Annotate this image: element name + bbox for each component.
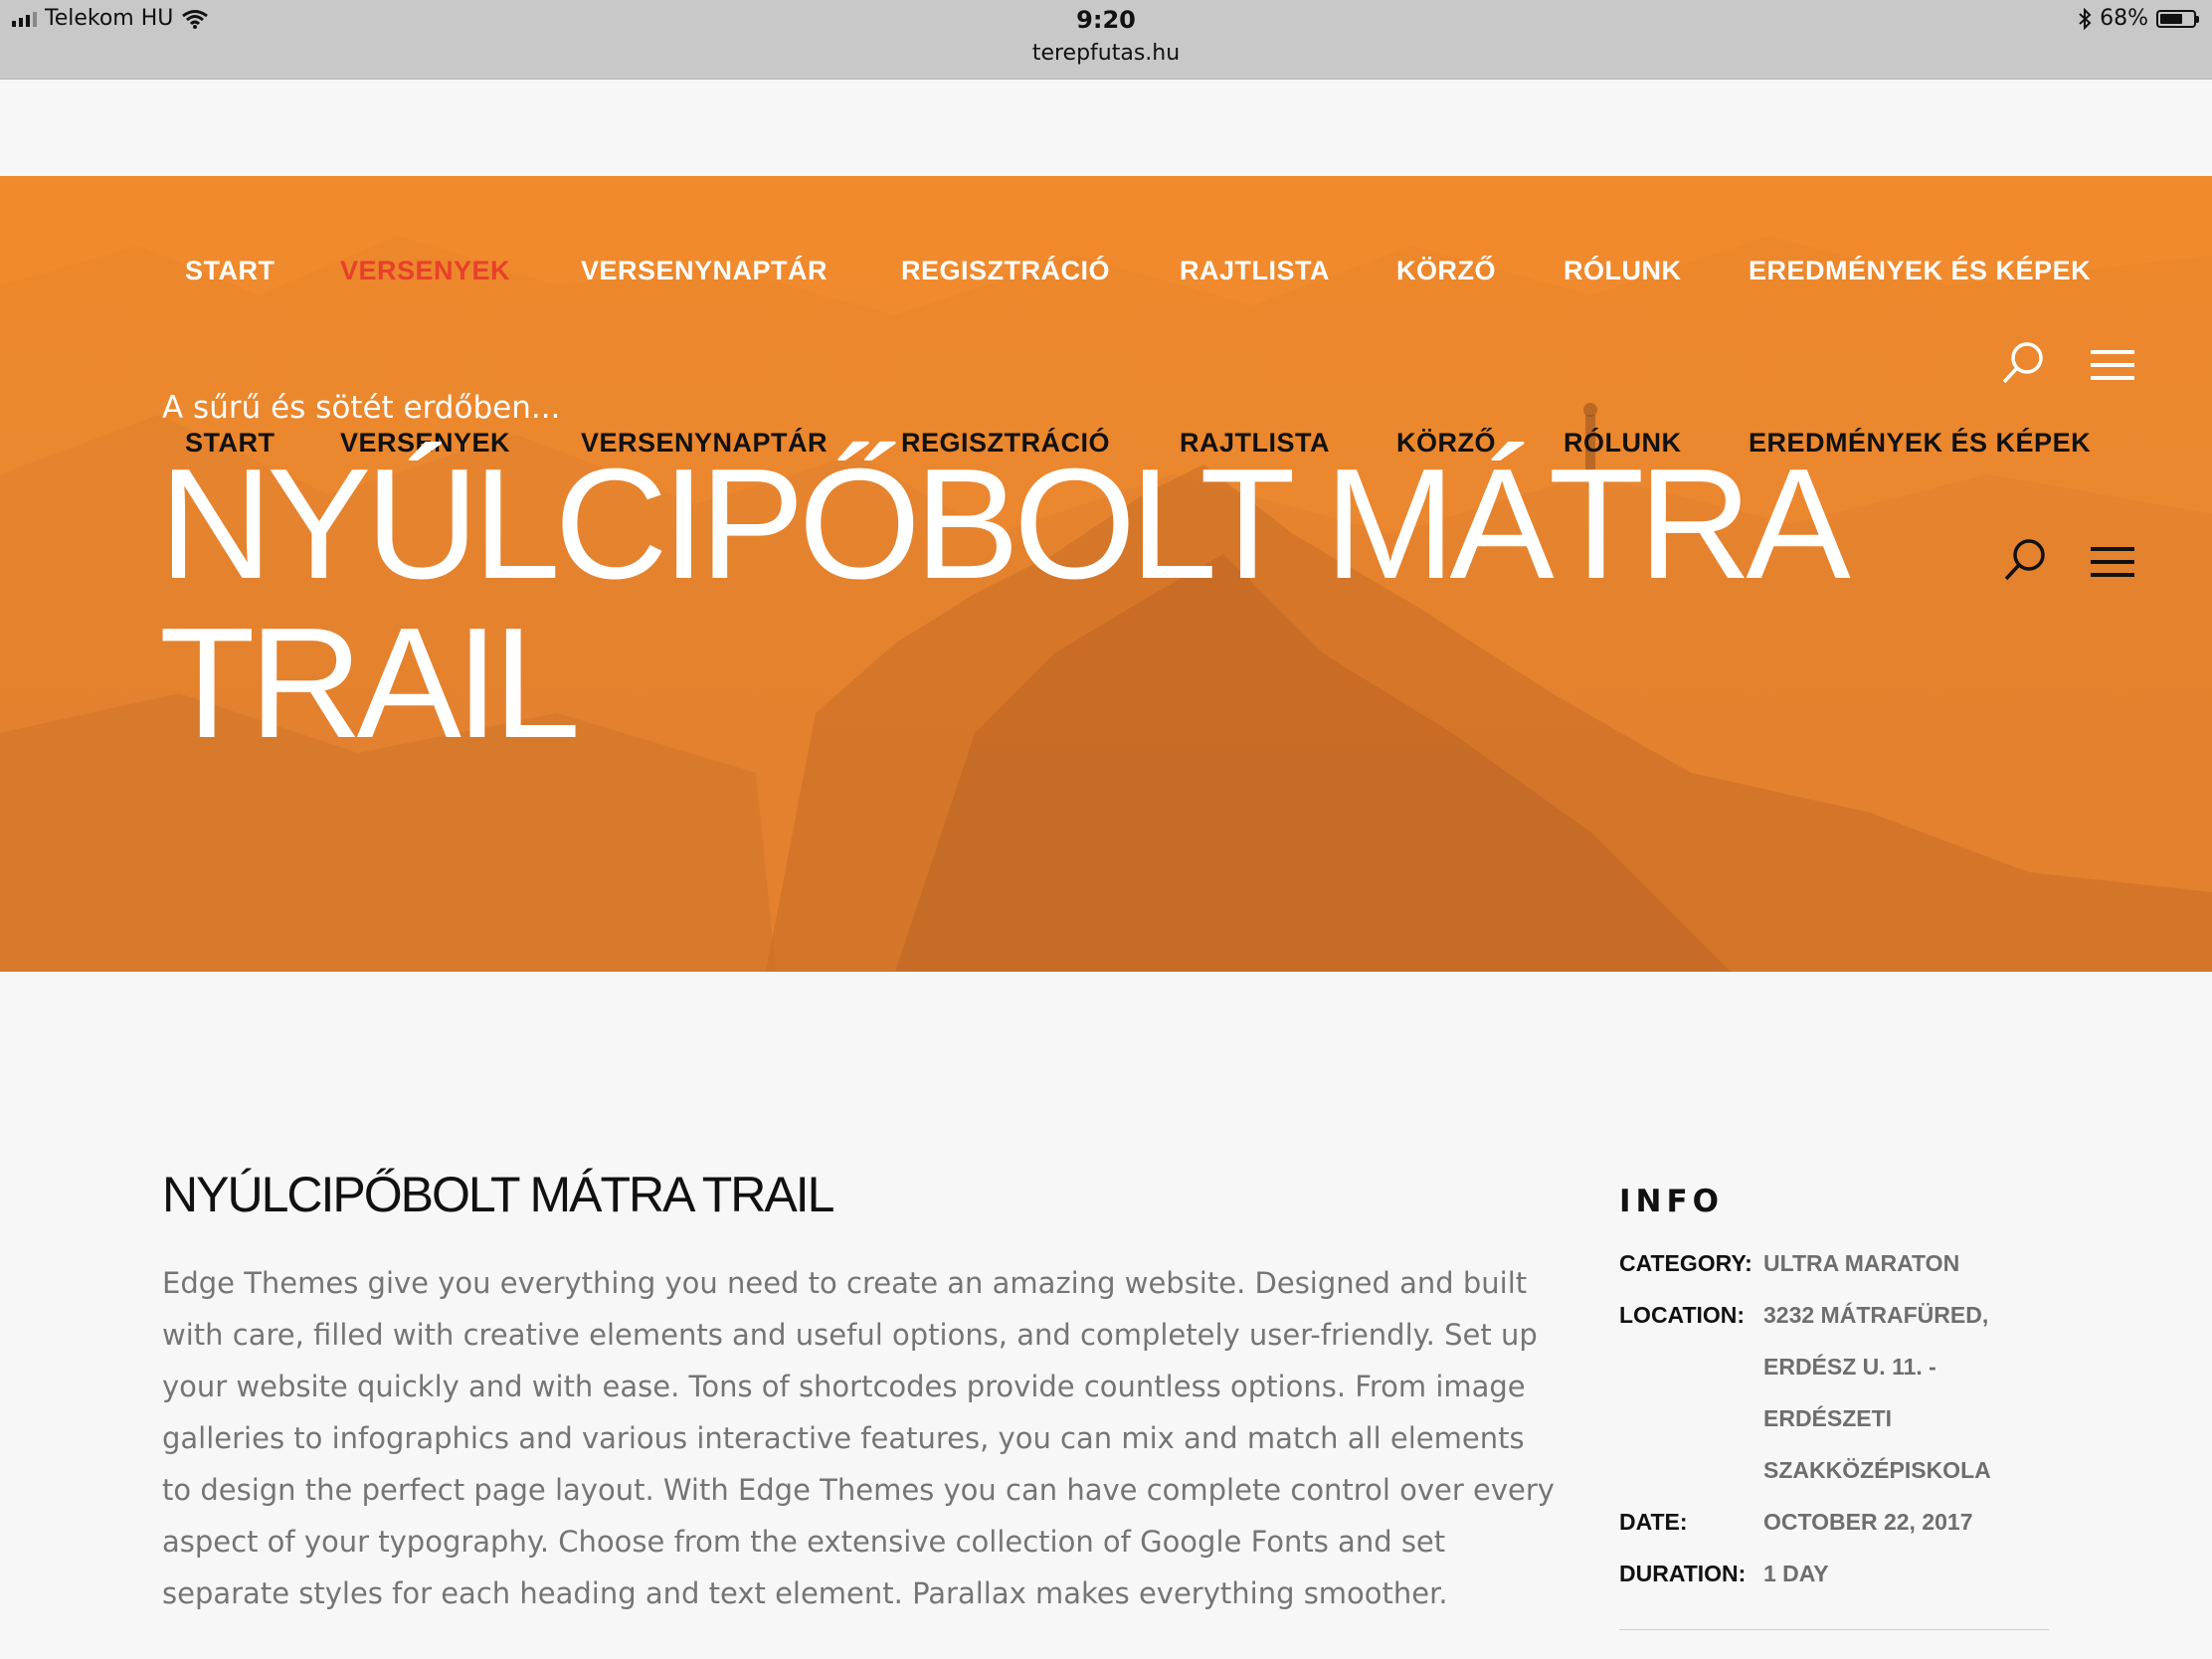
info-row-location: LOCATION: 3232 MÁTRAFÜRED, ERDÉSZ U. 11.… [1619, 1289, 2049, 1496]
search-icon[interactable] [2001, 537, 2049, 585]
hero-tagline: A sűrű és sötét erdőben... [162, 390, 561, 426]
nav-item-rolunk[interactable]: RÓLUNK [1564, 256, 1682, 286]
content-paragraph: Edge Themes give you everything you need… [162, 1266, 1555, 1610]
status-right: 68% [2078, 6, 2199, 31]
status-time: 9:20 [1076, 6, 1136, 34]
nav-item-start[interactable]: START [185, 256, 276, 286]
info-divider [1619, 1629, 2049, 1630]
info-key: DURATION: [1619, 1561, 1747, 1586]
nav-item-rajtlista[interactable]: RAJTLISTA [1180, 256, 1330, 286]
hero-title: NYÚLCIPŐBOLT MÁTRA TRAIL [159, 445, 1949, 763]
info-heading: INFO [1619, 1184, 1725, 1219]
hamburger-menu-icon[interactable] [2091, 347, 2134, 383]
nav-item-eredmenyek[interactable]: EREDMÉNYEK ÉS KÉPEK [1749, 256, 2091, 286]
content-body: Edge Themes give you everything you need… [162, 1257, 1555, 1619]
battery-percent: 68% [2100, 6, 2148, 31]
content-title: NYÚLCIPŐBOLT MÁTRA TRAIL [162, 1167, 834, 1222]
info-value: 1 DAY [1763, 1561, 1829, 1586]
nav-item-versenyek[interactable]: VERSENYEK [340, 256, 510, 286]
hero-banner: START VERSENYEK VERSENYNAPTÁR REGISZTRÁC… [0, 176, 2212, 972]
hero-title-line-2: TRAIL [159, 596, 581, 771]
info-row-duration: DURATION: 1 DAY [1619, 1548, 2049, 1599]
hero-title-line-1: NYÚLCIPŐBOLT MÁTRA [159, 437, 1851, 612]
info-value: OCTOBER 22, 2017 [1763, 1509, 1973, 1535]
info-key: CATEGORY: [1619, 1250, 1752, 1276]
bluetooth-icon [2079, 7, 2092, 30]
hamburger-menu-icon[interactable] [2091, 544, 2134, 580]
info-row-category: CATEGORY: ULTRA MARATON [1619, 1237, 2049, 1289]
nav-item-regisztracio[interactable]: REGISZTRÁCIÓ [901, 256, 1110, 286]
info-value: 3232 MÁTRAFÜRED, ERDÉSZ U. 11. - ERDÉSZE… [1763, 1302, 1991, 1483]
info-key: DATE: [1619, 1509, 1688, 1535]
main-nav: START VERSENYEK VERSENYNAPTÁR REGISZTRÁC… [0, 256, 2212, 295]
info-row-date: DATE: OCTOBER 22, 2017 [1619, 1496, 2049, 1548]
nav-item-versenynaptar[interactable]: VERSENYNAPTÁR [581, 256, 828, 286]
info-panel: INFO CATEGORY: ULTRA MARATON LOCATION: 3… [1619, 1184, 2049, 1599]
search-icon[interactable] [1999, 340, 2047, 388]
nav-item-korzo[interactable]: KÖRZŐ [1396, 256, 1496, 286]
status-bar: Telekom HU 9:20 terepfutas.hu 68% [0, 0, 2212, 80]
info-value[interactable]: ULTRA MARATON [1763, 1237, 1959, 1289]
battery-icon [2156, 9, 2199, 28]
info-key: LOCATION: [1619, 1302, 1746, 1328]
address-bar-url[interactable]: terepfutas.hu [0, 41, 2212, 66]
